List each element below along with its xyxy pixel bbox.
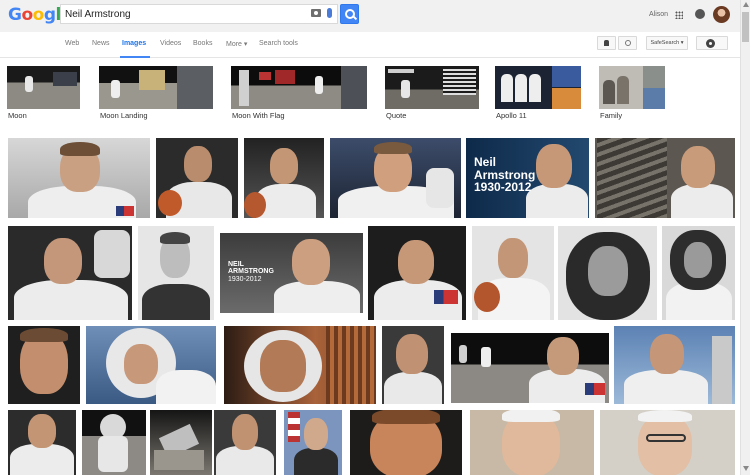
apps-grid-icon[interactable] (675, 11, 683, 19)
result-image[interactable] (244, 138, 324, 218)
google-image-results-page: Google Alison Web News Images Videos Boo… (0, 0, 750, 475)
tab-web[interactable]: Web (65, 40, 79, 47)
result-image[interactable] (451, 333, 609, 403)
related-thumbnail (99, 66, 213, 109)
safesearch-dropdown[interactable]: SafeSearch ▾ (646, 36, 688, 50)
tab-videos[interactable]: Videos (160, 40, 181, 47)
result-image[interactable]: Neil Armstrong 1930-2012 (466, 138, 589, 218)
related-thumbnail (495, 66, 581, 109)
tab-news[interactable]: News (92, 40, 110, 47)
top-bar: Google Alison (0, 0, 740, 32)
result-image[interactable] (368, 226, 466, 320)
result-image[interactable] (472, 226, 554, 320)
logo-letter: G (8, 5, 22, 25)
hide-personal-results-button[interactable] (618, 36, 637, 50)
scroll-up-arrow-icon[interactable] (743, 2, 749, 7)
result-image[interactable] (595, 138, 735, 218)
overlay-text-line: 1930-2012 (228, 275, 262, 283)
related-chip-apollo-11[interactable]: Apollo 11 (495, 64, 605, 124)
result-image[interactable] (156, 138, 238, 218)
result-image[interactable] (150, 410, 212, 475)
result-image[interactable] (470, 410, 594, 475)
logo-letter: o (32, 5, 45, 25)
result-image[interactable] (8, 410, 76, 475)
overlay-text-line: NEIL (228, 261, 244, 268)
account-name[interactable]: Alison (649, 11, 668, 18)
settings-button[interactable] (696, 36, 728, 50)
related-chip-family[interactable]: Family (599, 64, 709, 124)
result-image[interactable] (138, 226, 214, 320)
logo-letter: g (43, 5, 56, 25)
globe-icon (625, 40, 631, 46)
search-tabs-bar: Web News Images Videos Books More ▾ Sear… (0, 32, 740, 58)
overlay-text-line: 1930-2012 (474, 180, 532, 195)
result-image[interactable] (330, 138, 461, 218)
related-searches-strip: Moon Moon Landing Moon With Flag Quote A… (7, 64, 737, 126)
overlay-text-line: ARMSTRONG (228, 268, 274, 276)
camera-icon[interactable] (311, 9, 321, 17)
microphone-icon[interactable] (327, 8, 332, 18)
related-chip-quote[interactable]: Quote (385, 64, 495, 124)
personal-results-button[interactable] (597, 36, 616, 50)
result-image[interactable] (86, 326, 216, 404)
scroll-thumb[interactable] (742, 12, 749, 42)
tab-books[interactable]: Books (193, 40, 212, 47)
related-label: Quote (386, 111, 407, 120)
search-input[interactable] (65, 7, 305, 22)
result-image[interactable] (8, 326, 80, 404)
result-image[interactable] (558, 226, 657, 320)
related-label: Family (600, 111, 623, 120)
scroll-down-arrow-icon[interactable] (743, 466, 749, 471)
user-icon (604, 40, 609, 46)
result-image[interactable] (614, 326, 735, 404)
related-label: Apollo 11 (496, 111, 527, 120)
result-image[interactable] (350, 410, 462, 475)
active-tab-indicator (120, 56, 150, 58)
search-button[interactable] (340, 4, 359, 24)
tab-more[interactable]: More ▾ (226, 40, 247, 48)
tab-search-tools[interactable]: Search tools (259, 40, 298, 47)
gear-icon (707, 40, 714, 47)
related-chip-moon-landing[interactable]: Moon Landing (99, 64, 213, 124)
image-results-grid: Neil Armstrong 1930-2012 NEIL ARMSTRONG … (8, 136, 738, 475)
result-image[interactable] (8, 138, 150, 218)
result-image[interactable] (82, 410, 146, 475)
result-image[interactable] (284, 410, 342, 475)
result-image[interactable]: NEIL ARMSTRONG 1930-2012 (220, 233, 363, 313)
related-label: Moon Landing (100, 111, 148, 120)
result-image[interactable] (224, 326, 376, 404)
result-image[interactable] (382, 326, 444, 404)
notifications-icon[interactable] (695, 9, 705, 19)
related-thumbnail (599, 66, 665, 109)
page-scrollbar[interactable] (740, 0, 750, 475)
search-box[interactable] (60, 4, 338, 24)
tab-images[interactable]: Images (122, 40, 146, 47)
related-thumbnail (7, 66, 80, 109)
related-thumbnail (231, 66, 367, 109)
result-image[interactable] (662, 226, 735, 320)
related-label: Moon (8, 111, 27, 120)
related-label: Moon With Flag (232, 111, 285, 120)
related-thumbnail (385, 66, 479, 109)
result-image[interactable] (600, 410, 735, 475)
overlay-text-line: Neil (474, 155, 497, 169)
result-image[interactable] (214, 410, 276, 475)
avatar[interactable] (713, 6, 730, 23)
result-image[interactable] (8, 226, 132, 320)
related-chip-moon-with-flag[interactable]: Moon With Flag (231, 64, 367, 124)
logo-letter: o (21, 5, 33, 25)
